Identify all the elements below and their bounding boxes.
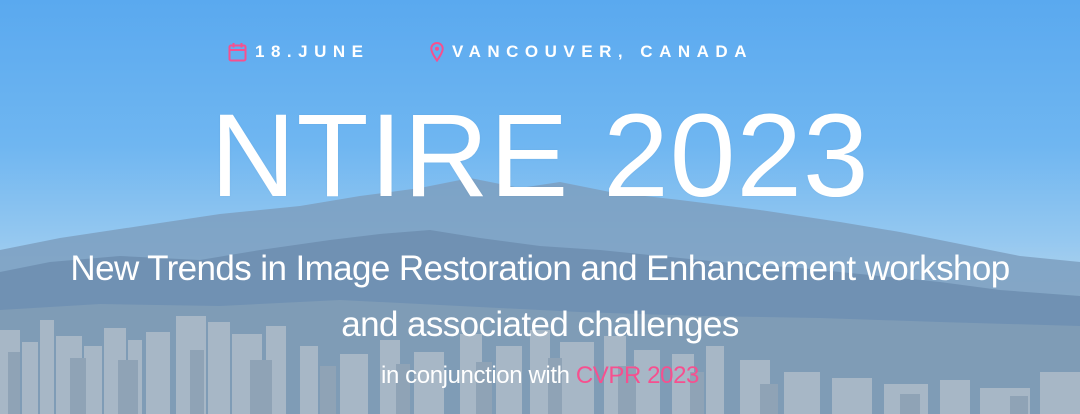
event-date-text: 18.JUNE xyxy=(255,42,370,61)
event-location: VANCOUVER, CANADA xyxy=(430,42,753,62)
hero-banner: 18.JUNE VANCOUVER, CANADA NTIRE 2023 New… xyxy=(0,0,1080,414)
map-pin-icon xyxy=(430,42,444,62)
subtitle-line-1: New Trends in Image Restoration and Enha… xyxy=(70,249,1010,288)
page-title: NTIRE 2023 xyxy=(210,90,870,222)
subtitle-line-2: and associated challenges xyxy=(341,305,739,344)
conjunction-text: in conjunction with xyxy=(381,362,570,389)
event-location-text: VANCOUVER, CANADA xyxy=(452,42,753,61)
cvpr-link[interactable]: CVPR 2023 xyxy=(576,362,700,389)
event-meta: 18.JUNE VANCOUVER, CANADA xyxy=(0,42,1080,70)
workshop-subtitle: New Trends in Image Restoration and Enha… xyxy=(0,241,1080,353)
event-date: 18.JUNE xyxy=(228,42,369,62)
conjunction-line: in conjunction with CVPR 2023 xyxy=(0,361,1080,391)
calendar-icon xyxy=(228,42,247,62)
